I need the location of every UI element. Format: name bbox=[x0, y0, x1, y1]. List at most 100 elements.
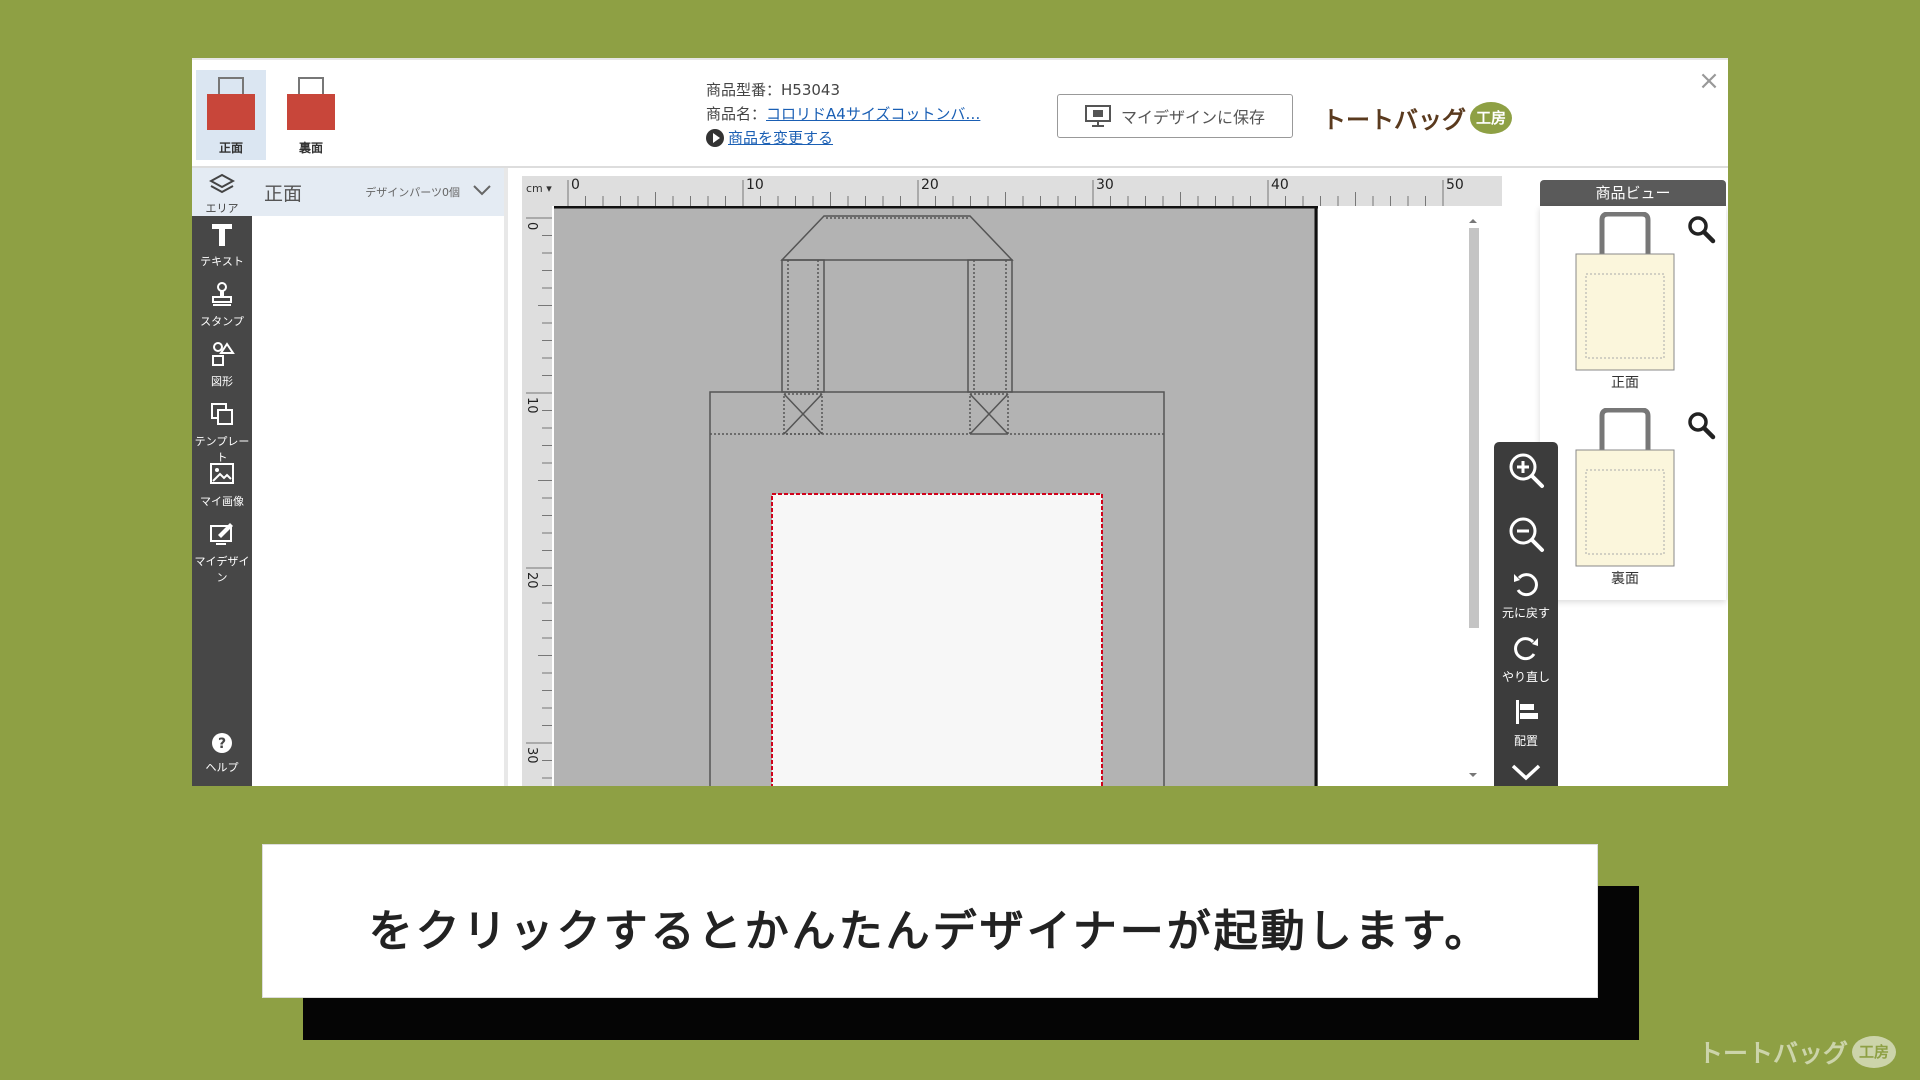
save-to-mydesign-button[interactable]: マイデザインに保存 bbox=[1057, 94, 1293, 138]
text-tool-label: テキスト bbox=[200, 255, 244, 268]
chevron-down-icon[interactable] bbox=[470, 178, 494, 202]
layers-icon bbox=[208, 173, 236, 194]
left-ruler-scale: 0 10 20 30 bbox=[524, 217, 552, 779]
undo-button[interactable]: 元に戻す bbox=[1494, 568, 1558, 621]
shape-tool-label: 図形 bbox=[211, 375, 233, 388]
caption-text: をクリックするとかんたんデザイナーが起動します。 bbox=[368, 906, 1492, 957]
product-view-back[interactable]: 裏面 bbox=[1570, 407, 1680, 588]
my-image-tool-label: マイ画像 bbox=[200, 495, 244, 508]
area-label: エリア bbox=[205, 202, 239, 215]
product-view-title: 商品ビュー bbox=[1540, 180, 1726, 206]
product-view-front-label: 正面 bbox=[1611, 375, 1639, 391]
scrollbar-thumb[interactable] bbox=[1469, 228, 1479, 628]
ruler-label: 0 bbox=[571, 177, 580, 193]
help-label: ヘルプ bbox=[205, 761, 239, 774]
my-image-tool[interactable]: マイ画像 bbox=[192, 460, 252, 516]
ruler-label: 10 bbox=[524, 397, 539, 414]
ruler-label: 40 bbox=[1271, 177, 1289, 193]
stamp-tool[interactable]: スタンプ bbox=[192, 280, 252, 336]
tote-back-icon bbox=[1575, 407, 1675, 567]
product-view-panel: 商品ビュー 正面 裏面 bbox=[1540, 180, 1726, 600]
stamp-icon bbox=[212, 282, 232, 306]
zoom-in-button[interactable] bbox=[1494, 450, 1558, 494]
product-info: 商品型番：H53043 商品名：コロリドA4サイズコットンバ… 商品を変更する bbox=[706, 78, 980, 150]
unit-select[interactable]: cm ▾ bbox=[526, 182, 552, 195]
watermark-badge: 工房 bbox=[1852, 1036, 1897, 1068]
align-button[interactable]: 配置 bbox=[1494, 696, 1558, 749]
left-ruler: 0 10 20 30 bbox=[522, 206, 552, 786]
product-name-prefix: 商品名： bbox=[706, 105, 767, 123]
design-edit-icon bbox=[210, 523, 233, 545]
help-icon: ? bbox=[212, 733, 232, 753]
my-design-tool-label: マイデザイン bbox=[194, 555, 250, 584]
text-icon bbox=[212, 224, 232, 246]
bag-design-canvas[interactable] bbox=[554, 206, 1318, 786]
chevron-down-icon bbox=[1511, 764, 1541, 781]
image-icon bbox=[210, 463, 234, 484]
brand-logo: トートバッグ 工房 bbox=[1322, 100, 1512, 135]
magnifier-icon[interactable] bbox=[1686, 410, 1716, 440]
bag-front-icon bbox=[207, 77, 255, 130]
top-ruler: 0 10 20 30 40 50 bbox=[522, 176, 1502, 206]
shape-tool[interactable]: 図形 bbox=[192, 340, 252, 396]
area-button[interactable]: エリア bbox=[192, 168, 252, 216]
product-view-back-label: 裏面 bbox=[1611, 571, 1639, 587]
watermark-text: トートバッグ bbox=[1698, 1039, 1849, 1068]
product-name-row: 商品名：コロリドA4サイズコットンバ… bbox=[706, 102, 980, 126]
logo-text: トートバッグ bbox=[1322, 106, 1466, 134]
close-icon[interactable]: × bbox=[1696, 68, 1722, 94]
align-left-icon bbox=[1516, 700, 1538, 724]
product-code: 商品型番：H53043 bbox=[706, 81, 840, 99]
vertical-scrollbar[interactable] bbox=[1466, 216, 1480, 780]
tote-front-icon bbox=[1575, 211, 1675, 371]
logo-badge: 工房 bbox=[1470, 101, 1512, 134]
zoom-out-button[interactable] bbox=[1494, 514, 1558, 558]
unit-label: cm bbox=[526, 182, 543, 195]
face-back-tab[interactable]: 裏面 bbox=[276, 70, 346, 160]
redo-label: やり直し bbox=[1501, 670, 1550, 684]
product-name-link[interactable]: コロリドA4サイズコットンバ… bbox=[766, 105, 980, 123]
designer-window: 正面 裏面 商品型番：H53043 商品名：コロリドA4サイズコットンバ… 商品… bbox=[192, 58, 1728, 786]
more-tools-button[interactable] bbox=[1494, 760, 1558, 786]
help-tool[interactable]: ? ヘルプ bbox=[192, 732, 252, 786]
face-back-label: 裏面 bbox=[298, 141, 323, 155]
parts-panel-title: 正面 bbox=[264, 182, 303, 205]
parts-count: デザインパーツ0個 bbox=[365, 186, 460, 199]
print-area[interactable] bbox=[771, 493, 1103, 786]
face-front-tab[interactable]: 正面 bbox=[196, 70, 266, 160]
text-tool[interactable]: テキスト bbox=[192, 220, 252, 276]
align-label: 配置 bbox=[1513, 734, 1538, 748]
scroll-up-icon[interactable] bbox=[1466, 216, 1480, 226]
zoom-out-icon bbox=[1509, 517, 1544, 552]
shapes-icon bbox=[212, 342, 235, 366]
product-view-body: 正面 裏面 bbox=[1540, 206, 1726, 600]
change-product-link[interactable]: 商品を変更する bbox=[728, 126, 833, 150]
bag-back-icon bbox=[287, 77, 335, 130]
caption-box: をクリックするとかんたんデザイナーが起動します。 bbox=[262, 844, 1598, 998]
ruler-label: 0 bbox=[524, 222, 539, 230]
change-product-row[interactable]: 商品を変更する bbox=[706, 126, 980, 150]
stamp-tool-label: スタンプ bbox=[200, 315, 244, 328]
zoom-in-icon bbox=[1509, 453, 1544, 488]
template-tool[interactable]: テンプレート bbox=[192, 400, 252, 464]
redo-icon bbox=[1514, 637, 1538, 661]
design-parts-panel: 正面 デザインパーツ0個 bbox=[252, 168, 508, 786]
top-ruler-scale: 0 10 20 30 40 50 bbox=[567, 177, 1464, 206]
ruler-label: 10 bbox=[746, 177, 764, 193]
magnifier-icon[interactable] bbox=[1686, 214, 1716, 244]
save-button-label: マイデザインに保存 bbox=[1120, 108, 1265, 127]
ruler-label: 20 bbox=[524, 572, 539, 589]
product-view-front[interactable]: 正面 bbox=[1570, 211, 1680, 392]
ruler-label: 20 bbox=[921, 177, 939, 193]
scroll-down-icon[interactable] bbox=[1466, 770, 1480, 780]
watermark-logo: トートバッグ 工房 bbox=[1698, 1034, 1897, 1070]
monitor-icon bbox=[1084, 105, 1111, 127]
left-toolbar: エリア テキスト スタンプ 図形 テンプレート マイ画像 マイデザイン ? ヘル… bbox=[192, 168, 252, 786]
ruler-label: 30 bbox=[1096, 177, 1114, 193]
ruler-label: 50 bbox=[1446, 177, 1464, 193]
face-front-label: 正面 bbox=[218, 141, 243, 155]
ruler-label: 30 bbox=[524, 747, 539, 764]
my-design-tool[interactable]: マイデザイン bbox=[192, 520, 252, 584]
redo-button[interactable]: やり直し bbox=[1494, 632, 1558, 685]
svg-text:?: ? bbox=[218, 736, 226, 752]
